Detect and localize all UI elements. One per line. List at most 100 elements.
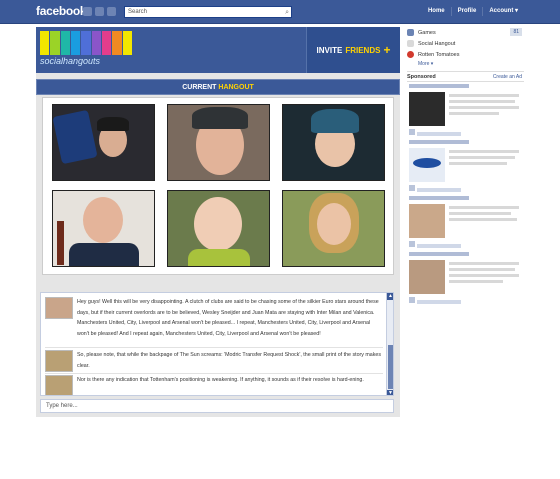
nav-account-menu[interactable]: Account ▾ [482, 7, 524, 16]
invite-label: INVITE [316, 45, 343, 55]
video-tile-participant-1[interactable] [52, 104, 155, 181]
facebook-logo[interactable]: facebook [36, 4, 87, 18]
sidebar-app-social-hangout[interactable]: Social Hangout [407, 38, 524, 49]
beanie-hat [192, 107, 248, 129]
ad-text-line [449, 112, 499, 115]
sidebar-app-label: Rotten Tomatoes [418, 51, 460, 58]
ad-image [409, 260, 445, 294]
hangout-header-prefix: CURRENT [182, 84, 217, 91]
notifications-icon[interactable] [107, 7, 116, 16]
ad-text-line [449, 150, 519, 153]
ad-text-line [449, 106, 519, 109]
social-hangouts-logo: socialhangouts [40, 31, 132, 69]
ad-like-link[interactable] [417, 132, 461, 136]
plus-icon: + [383, 43, 391, 57]
avatar[interactable] [45, 375, 73, 395]
logo-stripe [60, 31, 70, 55]
sponsored-ad[interactable] [407, 252, 524, 320]
sponsored-header: Sponsored Create an Ad [407, 71, 524, 82]
nav-profile-link[interactable]: Profile [450, 7, 483, 16]
video-tile-participant-4[interactable] [52, 190, 155, 267]
invite-friends-label: FRIENDS [345, 45, 381, 55]
app-canvas: socialhangouts INVITE FRIENDS + CURRENT … [36, 27, 400, 417]
nav-home-link[interactable]: Home [422, 7, 451, 16]
chat-message-text: Hey guys! Well this will be very disappo… [77, 299, 379, 337]
notification-jewels [83, 7, 116, 16]
search-placeholder: Search [128, 9, 148, 15]
chat-panel: Hey guys! Well this will be very disappo… [40, 292, 394, 396]
ad-brand-logo [413, 158, 441, 168]
chat-message: So, please note, that while the backpage… [45, 350, 381, 372]
create-ad-link[interactable]: Create an Ad [493, 72, 522, 82]
friend-requests-icon[interactable] [83, 7, 92, 16]
logo-stripe [91, 31, 101, 55]
messages-icon[interactable] [95, 7, 104, 16]
video-tile-participant-5[interactable] [167, 190, 270, 267]
ad-list [407, 82, 524, 342]
participant-hair [97, 117, 129, 131]
sidebar-app-rotten-tomatoes[interactable]: Rotten Tomatoes [407, 49, 524, 60]
guitar-neck [57, 221, 64, 265]
chat-message-input[interactable]: Type here... [40, 399, 394, 413]
search-input[interactable]: Search ⌕ [124, 6, 292, 18]
ad-like-link[interactable] [417, 188, 461, 192]
social-hangout-icon [407, 40, 414, 47]
ad-like-link[interactable] [417, 244, 461, 248]
logo-text: socialhangouts [40, 56, 101, 66]
ad-text-line [449, 262, 519, 265]
games-count-badge: 81 [510, 28, 522, 36]
current-hangout-header: CURRENT HANGOUT [36, 79, 400, 95]
sidebar-app-label: Social Hangout [418, 40, 456, 47]
ad-text-line [449, 94, 519, 97]
scroll-up-arrow-icon[interactable]: ▲ [387, 293, 393, 300]
logo-stripes [40, 31, 132, 55]
video-tile-participant-2[interactable] [167, 104, 270, 181]
participant-face [83, 197, 123, 243]
right-sidebar: Games 81 Social Hangout Rotten Tomatoes … [407, 27, 524, 342]
chat-message: Hey guys! Well this will be very disappo… [45, 297, 381, 339]
participant-shirt [188, 249, 250, 266]
logo-stripe [40, 31, 50, 55]
ad-text-line [449, 156, 515, 159]
ad-title [409, 84, 469, 88]
like-icon[interactable] [409, 185, 415, 191]
hangout-header-highlight: HANGOUT [218, 84, 254, 91]
logo-stripe [122, 31, 132, 55]
like-icon[interactable] [409, 241, 415, 247]
scroll-down-arrow-icon[interactable]: ▼ [387, 390, 393, 395]
chat-message-text: Nor is there any indication that Tottenh… [77, 377, 364, 383]
video-tile-participant-3[interactable] [282, 104, 385, 181]
avatar[interactable] [45, 350, 73, 372]
logo-stripe [101, 31, 112, 55]
participant-shirt [69, 243, 139, 266]
scrollbar-thumb[interactable] [388, 345, 393, 389]
sponsored-label: Sponsored [407, 74, 436, 80]
sidebar-app-games[interactable]: Games 81 [407, 27, 524, 38]
ad-image [409, 148, 445, 182]
chat-scrollbar[interactable]: ▲ ▼ [386, 293, 393, 395]
ad-like-link[interactable] [417, 300, 461, 304]
top-navigation-bar: facebook Search ⌕ Home Profile Account ▾ [0, 0, 560, 24]
avatar[interactable] [45, 297, 73, 319]
logo-stripe [50, 31, 60, 55]
video-tile-participant-6[interactable] [282, 190, 385, 267]
ad-title [409, 140, 469, 144]
participant-face [317, 203, 351, 245]
ad-image [409, 204, 445, 238]
logo-stripe [81, 31, 91, 55]
like-icon[interactable] [409, 297, 415, 303]
invite-friends-button[interactable]: INVITE FRIENDS + [306, 27, 400, 73]
chat-message: Nor is there any indication that Tottenh… [45, 375, 381, 395]
top-nav-links: Home Profile Account ▾ [422, 7, 524, 16]
more-apps-link[interactable]: More ▾ [418, 61, 524, 67]
games-icon [407, 29, 414, 36]
ad-text-line [449, 162, 507, 165]
ad-title [409, 196, 469, 200]
ad-text-line [449, 274, 519, 277]
logo-stripe [70, 31, 81, 55]
ad-image [409, 92, 445, 126]
ad-text-line [449, 212, 511, 215]
ad-text-line [449, 280, 503, 283]
search-icon[interactable]: ⌕ [285, 8, 289, 17]
like-icon[interactable] [409, 129, 415, 135]
